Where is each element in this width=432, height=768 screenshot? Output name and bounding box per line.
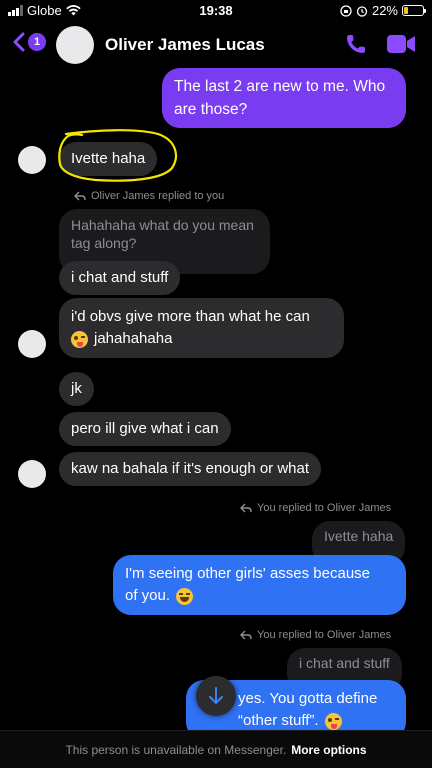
reply-note: You replied to Oliver James xyxy=(240,502,391,514)
video-icon[interactable] xyxy=(386,33,416,55)
back-icon xyxy=(13,32,25,52)
incoming-message[interactable]: i'd obvs give more than what he can jaha… xyxy=(59,298,344,358)
reply-note-text: You replied to Oliver James xyxy=(257,502,392,514)
phone-icon[interactable] xyxy=(344,32,368,56)
outgoing-message[interactable]: I'm seeing other girls' asses because of… xyxy=(113,555,406,615)
message-text: i chat and stuff xyxy=(71,269,169,286)
status-right: 22% xyxy=(340,3,426,18)
alarm-icon xyxy=(356,5,368,17)
quoted-text: Ivette haha xyxy=(324,528,394,544)
message-thread[interactable]: The last 2 are new to me. Who are those?… xyxy=(0,68,432,730)
back-button[interactable]: 1 xyxy=(12,32,46,52)
battery-percent: 22% xyxy=(371,3,398,18)
message-text: I'm seeing other girls' asses because xyxy=(125,565,371,582)
status-bar: Globe 19:38 22% xyxy=(0,0,432,22)
conversation-header: 1 Oliver James Lucas xyxy=(0,22,432,68)
reply-note: You replied to Oliver James xyxy=(240,629,391,641)
tongue-wink-emoji-icon xyxy=(71,330,88,348)
battery-icon xyxy=(402,5,426,16)
lock-rotation-icon xyxy=(340,4,352,17)
unavailable-banner: This person is unavailable on Messenger.… xyxy=(0,730,432,768)
incoming-message[interactable]: i chat and stuff xyxy=(59,261,181,295)
reply-icon xyxy=(240,630,252,640)
unread-badge: 1 xyxy=(28,33,46,51)
message-text: kaw na bahala if it's enough or what xyxy=(71,460,310,477)
scroll-to-bottom-button[interactable] xyxy=(196,676,236,716)
reply-icon xyxy=(240,503,252,513)
tongue-wink-emoji-icon xyxy=(324,712,342,730)
laughing-emoji-icon xyxy=(176,587,194,605)
reply-icon xyxy=(74,191,86,201)
message-text: of you. xyxy=(125,587,171,604)
message-text: i'd obvs give more than what he can xyxy=(71,308,310,325)
message-text: The last 2 are new to me. Who are those? xyxy=(174,78,386,118)
more-options-link[interactable]: More options xyxy=(291,743,366,757)
incoming-message[interactable]: kaw na bahala if it's enough or what xyxy=(59,452,322,486)
arrow-down-icon xyxy=(209,687,223,704)
reply-note-text: You replied to Oliver James xyxy=(257,629,392,641)
unavailable-notice: This person is unavailable on Messenger. xyxy=(65,742,287,757)
quoted-text: i chat and stuff xyxy=(299,655,390,671)
avatar[interactable] xyxy=(18,460,46,488)
highlight-annotation xyxy=(58,129,177,182)
message-text: “other stuff”. xyxy=(238,712,319,729)
contact-name[interactable]: Oliver James Lucas xyxy=(105,35,265,55)
reply-note-text: Oliver James replied to you xyxy=(91,190,225,202)
message-text: jk xyxy=(71,380,82,397)
incoming-message[interactable]: jk xyxy=(59,372,94,406)
contact-avatar[interactable] xyxy=(56,26,94,64)
quoted-text: Hahahaha what do you mean tag along? xyxy=(71,217,254,251)
message-text: pero ill give what i can xyxy=(71,420,219,437)
message-text: jahahahaha xyxy=(94,330,173,347)
message-text: yes. You gotta define xyxy=(238,690,378,707)
reply-note: Oliver James replied to you xyxy=(74,190,224,202)
outgoing-message[interactable]: The last 2 are new to me. Who are those? xyxy=(162,68,406,128)
avatar[interactable] xyxy=(18,146,46,174)
avatar[interactable] xyxy=(18,330,46,358)
incoming-message[interactable]: pero ill give what i can xyxy=(59,412,231,446)
